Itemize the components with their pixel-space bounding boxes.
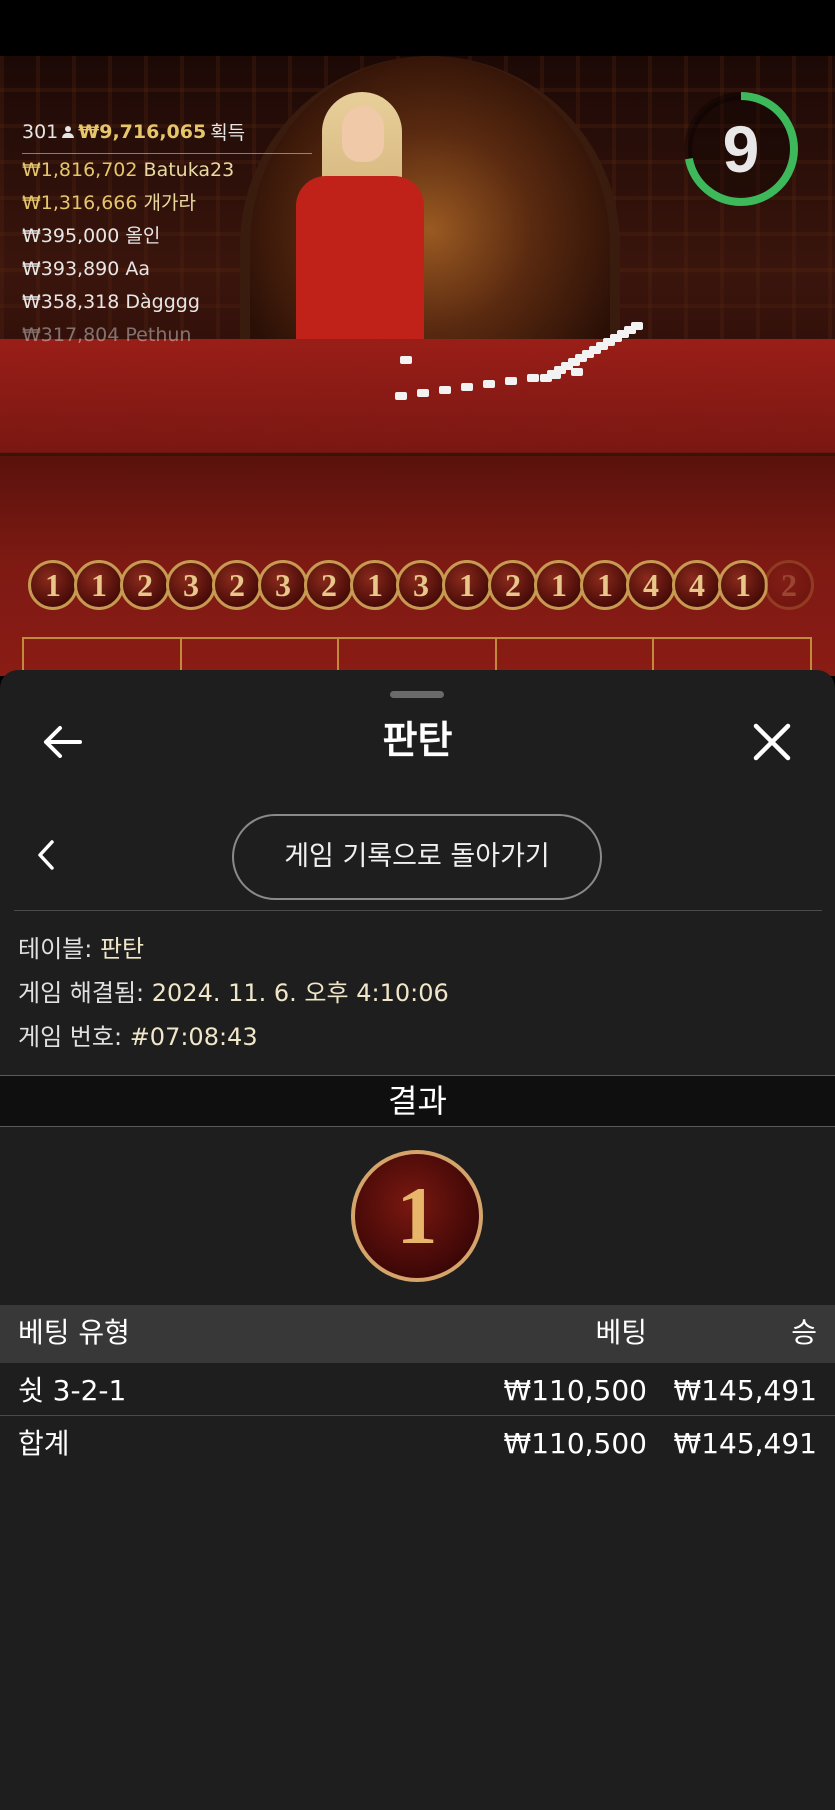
history-ball: 2: [304, 560, 354, 610]
divider: [14, 910, 822, 911]
history-ball: 1: [580, 560, 630, 610]
dealer-body: [296, 176, 424, 346]
counter-tile: [527, 374, 539, 382]
history-ball: 4: [672, 560, 722, 610]
total-win: ₩145,491: [673, 1427, 817, 1460]
result-header: 결과: [0, 1075, 835, 1127]
total-bet: ₩110,500: [503, 1427, 647, 1460]
total-label: 합계: [18, 1427, 70, 1460]
row-bet-type: 쉿 3-2-1: [18, 1374, 127, 1407]
leaderboard: 301 ₩9,716,065 획득 ₩1,816,702 Batuka23 ₩1…: [22, 118, 312, 352]
history-ball: 3: [396, 560, 446, 610]
status-bar: [0, 0, 835, 56]
result-ball: 1: [351, 1150, 483, 1282]
history-ball: 1: [28, 560, 78, 610]
back-arrow-icon[interactable]: [40, 722, 84, 762]
user-icon: [62, 125, 75, 138]
history-ball: 1: [534, 560, 584, 610]
counter-tile: [631, 322, 643, 330]
leaderboard-row: ₩395,000 올인: [22, 220, 312, 253]
counter-tile: [439, 386, 451, 394]
result-history: 11232321312114412: [28, 560, 818, 618]
sheet-title: 판탄: [382, 718, 453, 762]
leaderboard-row: ₩1,316,666 개가라: [22, 187, 312, 220]
row-amount: ₩358,318: [22, 291, 120, 313]
row-win: ₩145,491: [673, 1374, 817, 1407]
game-number-label: 게임 번호:: [18, 1023, 123, 1051]
row-amount: ₩317,804: [22, 324, 120, 346]
leaderboard-header: 301 ₩9,716,065 획득: [22, 118, 312, 154]
row-amount: ₩393,890: [22, 258, 120, 280]
counter-tile: [505, 377, 517, 385]
row-bet: ₩110,500: [503, 1374, 647, 1407]
resolved-info: 게임 해결됨: 2024. 11. 6. 오후 4:10:06: [18, 976, 449, 1010]
table-row: 쉿 3-2-1 ₩110,500 ₩145,491: [0, 1363, 835, 1415]
row-amount: ₩1,316,666: [22, 192, 138, 214]
counter-tile: [395, 392, 407, 400]
history-ball: 3: [166, 560, 216, 610]
history-ball: 1: [74, 560, 124, 610]
table-total-row: 합계 ₩110,500 ₩145,491: [0, 1416, 835, 1468]
chevron-left-icon[interactable]: [34, 838, 58, 872]
history-ball: 1: [718, 560, 768, 610]
counter-tile: [483, 380, 495, 388]
leaderboard-row: ₩317,804 Pethun: [22, 319, 312, 352]
leaderboard-row: ₩393,890 Aa: [22, 253, 312, 286]
history-ball: 3: [258, 560, 308, 610]
bet-table-header: 베팅 유형 베팅 승: [0, 1305, 835, 1363]
row-name: 올인: [125, 225, 161, 247]
history-ball: 2: [764, 560, 814, 610]
row-name: Pethun: [125, 324, 192, 346]
counter-tile: [571, 368, 583, 376]
row-name: 개가라: [143, 192, 196, 214]
dealer-face: [342, 106, 384, 162]
table-info: 테이블: 판탄: [18, 932, 144, 966]
resolved-label: 게임 해결됨:: [18, 979, 145, 1007]
history-ball: 2: [120, 560, 170, 610]
player-count: 301: [22, 120, 59, 143]
counter-tile: [400, 356, 412, 364]
table-label: 테이블:: [18, 935, 93, 963]
pot-suffix: 획득: [210, 122, 246, 144]
drag-handle[interactable]: [390, 691, 444, 698]
col-win: 승: [791, 1316, 817, 1349]
resolved-value: 2024. 11. 6. 오후 4:10:06: [151, 979, 449, 1007]
col-bet-type: 베팅 유형: [18, 1316, 130, 1349]
counter-tile: [461, 383, 473, 391]
leaderboard-row: ₩1,816,702 Batuka23: [22, 154, 312, 187]
row-name: Batuka23: [143, 159, 235, 181]
back-to-history-button[interactable]: 게임 기록으로 돌아가기: [232, 814, 602, 900]
history-ball: 2: [212, 560, 262, 610]
total-pot: ₩9,716,065: [78, 120, 207, 143]
close-icon[interactable]: [750, 720, 794, 764]
leaderboard-row: ₩358,318 Dàgggg: [22, 286, 312, 319]
history-ball: 4: [626, 560, 676, 610]
game-table: [0, 339, 835, 463]
table-value: 판탄: [99, 935, 145, 963]
row-name: Aa: [125, 258, 151, 280]
row-amount: ₩1,816,702: [22, 159, 138, 181]
row-amount: ₩395,000: [22, 225, 120, 247]
col-bet: 베팅: [595, 1316, 647, 1349]
row-name: Dàgggg: [125, 291, 200, 313]
countdown-timer: 9: [682, 90, 800, 208]
history-ball: 2: [488, 560, 538, 610]
game-number-value: #07:08:43: [129, 1023, 258, 1051]
history-ball: 1: [350, 560, 400, 610]
timer-value: 9: [722, 112, 760, 186]
counter-tile: [417, 389, 429, 397]
history-ball: 1: [442, 560, 492, 610]
game-number-info: 게임 번호: #07:08:43: [18, 1020, 258, 1054]
